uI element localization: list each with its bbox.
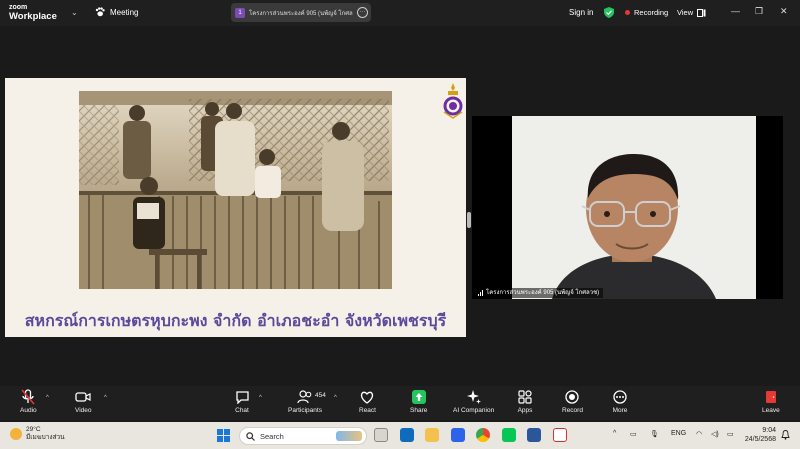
zoom-workplace-logo[interactable]: zoom Workplace	[9, 3, 57, 21]
wifi-icon[interactable]: ◠	[696, 430, 702, 438]
title-bar: zoom Workplace ⌄ Meeting 1 โครงการส่วนพร…	[0, 0, 800, 26]
file-explorer-icon[interactable]	[425, 428, 439, 442]
more-dots-icon	[612, 389, 628, 405]
restore-icon[interactable]: ❐	[755, 6, 763, 17]
system-clock[interactable]: 9:04 24/5/2568	[742, 426, 776, 444]
notification-bell-icon[interactable]	[781, 430, 790, 440]
video-label: Video	[75, 407, 92, 414]
ai-companion-button[interactable]: AI Companion	[453, 389, 494, 414]
exit-door-icon	[763, 389, 779, 405]
paw-icon	[95, 7, 105, 17]
meeting-menu[interactable]: Meeting	[95, 7, 138, 17]
chat-bubble-icon	[234, 389, 250, 405]
volume-icon[interactable]: ◁)	[711, 430, 719, 438]
audio-options-chevron-icon[interactable]: ^	[46, 395, 49, 401]
meeting-label: Meeting	[110, 7, 139, 17]
view-label: View	[677, 8, 694, 17]
search-icon	[246, 431, 255, 441]
participants-options-chevron-icon[interactable]: ^	[334, 395, 337, 401]
tray-overflow-chevron-icon[interactable]: ^	[613, 430, 616, 437]
search-highlight-icon	[336, 431, 362, 441]
participant-video-tile[interactable]: โครงการส่วนพระองค์ 905 (นพ้ญจ์ โกศลวช)	[472, 116, 783, 299]
sparkle-icon	[466, 389, 482, 405]
windows-taskbar: 29°C มีเมฆบางส่วน Search ^ ▭ 🎙 ENG ◠ ◁) …	[0, 422, 800, 449]
view-button[interactable]: View	[677, 8, 706, 17]
heart-icon	[359, 389, 375, 405]
line-app-icon[interactable]	[502, 428, 516, 442]
chevron-down-icon[interactable]: ⌄	[71, 8, 78, 17]
signal-bars-icon	[478, 290, 483, 296]
recording-dot-icon	[625, 10, 630, 15]
video-options-chevron-icon[interactable]: ^	[104, 395, 107, 401]
more-label: More	[612, 407, 628, 414]
shared-screen-slide: สหกรณ์การเกษตรหุบกะพง จำกัด อำเภอชะอำ จั…	[5, 78, 466, 337]
participants-icon	[297, 389, 313, 405]
speaker-view-icon	[697, 8, 706, 17]
weather-sun-icon	[10, 428, 22, 440]
meeting-title-pill[interactable]: 1 โครงการส่วนพระองค์ 905 (นพ้ญจ์ โกศล ··…	[231, 3, 371, 22]
microphone-muted-icon	[20, 389, 36, 405]
language-indicator[interactable]: ENG	[671, 430, 686, 437]
brand-bottom: Workplace	[9, 11, 57, 22]
record-button[interactable]: Record	[562, 389, 583, 414]
record-icon	[564, 389, 580, 405]
clock-time: 9:04	[762, 427, 776, 434]
weather-widget[interactable]: 29°C มีเมฆบางส่วน	[10, 426, 65, 442]
pdf-app-icon[interactable]	[553, 428, 567, 442]
outlook-icon[interactable]	[400, 428, 414, 442]
clock-date: 24/5/2568	[744, 436, 776, 443]
recording-indicator[interactable]: Recording	[625, 8, 668, 17]
close-icon[interactable]: ✕	[780, 6, 788, 17]
record-label: Record	[562, 407, 583, 414]
ai-companion-label: AI Companion	[453, 407, 495, 414]
meeting-toolbar: Audio ^ Video ^ Chat ^ Participants 454 …	[0, 386, 800, 420]
recording-label: Recording	[634, 8, 669, 17]
minimize-icon[interactable]: —	[731, 6, 740, 16]
more-button[interactable]: More	[612, 389, 628, 414]
chat-options-chevron-icon[interactable]: ^	[259, 395, 262, 401]
participants-label: Participants	[288, 407, 322, 414]
chrome-icon[interactable]	[476, 428, 490, 442]
react-button[interactable]: React	[359, 389, 376, 414]
royal-emblem-icon	[443, 83, 463, 119]
chat-button[interactable]: Chat	[234, 389, 250, 414]
split-resize-handle[interactable]	[467, 212, 471, 228]
word-icon[interactable]	[527, 428, 541, 442]
shield-icon[interactable]	[604, 7, 614, 18]
share-button[interactable]: Share	[410, 389, 427, 414]
weather-temp: 29°C	[26, 426, 41, 433]
search-placeholder: Search	[260, 431, 284, 441]
more-options-icon[interactable]: ···	[357, 7, 368, 18]
battery-icon[interactable]: ▭	[727, 430, 734, 438]
taskbar-search[interactable]: Search	[239, 427, 367, 445]
meeting-title: โครงการส่วนพระองค์ 905 (นพ้ญจ์ โกศล	[249, 10, 353, 17]
historical-photo	[79, 91, 392, 289]
meeting-number-badge: 1	[235, 7, 245, 18]
video-button[interactable]: Video	[75, 389, 92, 414]
apps-label: Apps	[517, 407, 533, 414]
apps-button[interactable]: Apps	[517, 389, 533, 414]
leave-label: Leave	[762, 407, 780, 414]
zoom-app-icon[interactable]	[451, 428, 465, 442]
audio-button[interactable]: Audio	[20, 389, 37, 414]
share-label: Share	[410, 407, 428, 414]
react-label: React	[359, 407, 376, 414]
apps-icon	[517, 389, 533, 405]
video-camera-icon	[75, 389, 91, 405]
audio-label: Audio	[20, 407, 37, 414]
participant-name: โครงการส่วนพระองค์ 905 (นพ้ญจ์ โกศลวช)	[486, 290, 600, 296]
participant-video	[512, 116, 756, 299]
windows-start-icon[interactable]	[217, 429, 230, 442]
weather-desc: มีเมฆบางส่วน	[26, 434, 65, 441]
participants-count: 454	[315, 392, 326, 399]
chat-label: Chat	[235, 407, 249, 414]
task-view-icon[interactable]	[374, 428, 388, 442]
microphone-tray-icon[interactable]: 🎙	[650, 430, 659, 438]
share-screen-icon	[411, 389, 427, 405]
tray-app-icon[interactable]: ▭	[630, 430, 637, 438]
sign-in-button[interactable]: Sign in	[569, 8, 593, 17]
participant-name-label: โครงการส่วนพระองค์ 905 (นพ้ญจ์ โกศลวช)	[474, 288, 604, 298]
slide-caption: สหกรณ์การเกษตรหุบกะพง จำกัด อำเภอชะอำ จั…	[24, 311, 447, 330]
leave-button[interactable]: Leave	[762, 389, 780, 414]
